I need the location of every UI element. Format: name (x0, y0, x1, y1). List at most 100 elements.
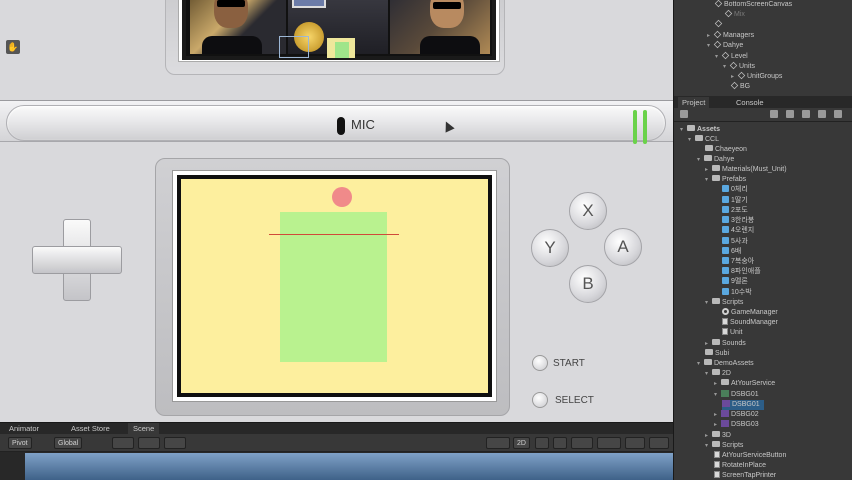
2d-toggle[interactable]: 2D (513, 437, 530, 449)
collapse-arrow-icon[interactable]: ▾ (705, 298, 712, 308)
y-button[interactable]: Y (531, 229, 569, 267)
project-row[interactable]: Chaeyeon (705, 145, 747, 155)
expand-arrow-icon[interactable]: ▸ (714, 420, 721, 430)
project-row[interactable]: ▸ Materials(Must_Unit) (705, 165, 787, 175)
fruit-ball[interactable] (332, 187, 352, 207)
collapse-arrow-icon[interactable]: ▾ (707, 41, 714, 51)
collapse-arrow-icon[interactable]: ▾ (705, 369, 712, 379)
prefab-row[interactable]: 4오렌지 (722, 226, 754, 236)
project-row[interactable]: ▸ 3D (705, 431, 731, 441)
dpad[interactable] (32, 219, 122, 301)
hierarchy-row[interactable]: ▾ Dahye (707, 40, 743, 51)
script-row[interactable]: Unit (722, 328, 742, 338)
shading-mode-button[interactable] (486, 437, 510, 449)
grid-snap-button[interactable] (112, 437, 134, 449)
tab-animator[interactable]: Animator (4, 423, 44, 434)
game-view[interactable]: MIC X Y A B START SELECT (0, 0, 673, 422)
collapse-arrow-icon[interactable]: ▾ (680, 125, 687, 135)
label-icon[interactable] (802, 110, 810, 118)
pivot-dropdown[interactable]: Pivot (8, 437, 32, 449)
prefab-row[interactable]: 1딸기 (722, 196, 748, 206)
play-area[interactable] (181, 179, 488, 393)
collapse-arrow-icon[interactable]: ▾ (697, 359, 704, 369)
hierarchy-row[interactable]: ▸ Managers (707, 30, 754, 41)
collapse-arrow-icon[interactable]: ▾ (697, 155, 704, 165)
project-row[interactable]: ▾ DemoAssets (697, 359, 754, 369)
collapse-arrow-icon[interactable]: ▾ (714, 390, 721, 400)
scene-viewport[interactable] (25, 453, 673, 480)
b-button[interactable]: B (569, 265, 607, 303)
add-icon[interactable] (680, 110, 688, 118)
x-button[interactable]: X (569, 192, 607, 230)
project-row[interactable]: ▾ Scripts (705, 441, 743, 451)
project-row[interactable]: ▸ AtYourService (714, 379, 775, 389)
camera-settings-button[interactable] (649, 437, 669, 449)
project-row-selected[interactable]: DSBG01 (722, 400, 764, 410)
project-row[interactable]: ▾ 2D (705, 369, 731, 379)
prefab-row[interactable]: 0체리 (722, 185, 748, 195)
scene-container-object[interactable] (335, 42, 349, 58)
hierarchy-row[interactable]: Mix (724, 9, 745, 20)
collapse-arrow-icon[interactable]: ▾ (705, 175, 712, 185)
hierarchy-row[interactable]: ▾ Level (715, 51, 748, 62)
hierarchy-panel[interactable]: BottomScreenCanvas Mix ▸ Managers ▾ Dahye … (673, 0, 852, 96)
effects-dropdown[interactable] (571, 437, 593, 449)
hierarchy-row[interactable]: BG (730, 81, 750, 92)
project-row[interactable]: ▸ DSBG02 (714, 410, 759, 420)
prefab-row[interactable]: 8파인애플 (722, 267, 761, 277)
project-row[interactable]: ▸ DSBG03 (714, 420, 759, 430)
visibility-icon[interactable] (834, 110, 842, 118)
project-row[interactable]: ▾ Scripts (705, 298, 743, 308)
expand-arrow-icon[interactable]: ▸ (714, 379, 721, 389)
scene-object-frame[interactable] (279, 36, 309, 58)
collapse-arrow-icon[interactable]: ▾ (688, 135, 695, 145)
collapse-arrow-icon[interactable]: ▾ (715, 52, 722, 62)
expand-arrow-icon[interactable]: ▸ (705, 339, 712, 349)
dpad-horizontal[interactable] (32, 246, 122, 274)
search-icon[interactable] (770, 110, 778, 118)
project-row[interactable]: ▾ CCL (688, 135, 719, 145)
hidden-objects-button[interactable] (597, 437, 621, 449)
script-row[interactable]: RotateInPlace (714, 461, 766, 471)
script-row[interactable]: ScreenTapPrinter (714, 471, 776, 480)
project-row[interactable]: ▾ Dahye (697, 155, 734, 165)
project-row[interactable]: ▾ Assets (680, 125, 720, 135)
hierarchy-row[interactable] (714, 19, 724, 30)
snap-settings-button[interactable] (138, 437, 160, 449)
audio-toggle[interactable] (553, 437, 567, 449)
expand-arrow-icon[interactable]: ▸ (707, 31, 714, 41)
scene-panel[interactable]: Animator Asset Store Scene Pivot Global … (0, 422, 673, 480)
script-row[interactable]: AtYourServiceButton (714, 451, 786, 461)
prefab-row[interactable]: 6배 (722, 247, 741, 257)
prefab-row[interactable]: 7복숭아 (722, 257, 754, 267)
prefab-row[interactable]: 2포도 (722, 206, 748, 216)
project-panel[interactable]: Project Console (673, 96, 852, 480)
hierarchy-row[interactable]: ▸ UnitGroups (731, 71, 782, 82)
tab-project[interactable]: Project (678, 97, 710, 108)
filter-icon[interactable] (786, 110, 794, 118)
project-row[interactable]: Subi (705, 349, 729, 359)
lighting-toggle[interactable] (535, 437, 549, 449)
script-row[interactable]: SoundManager (722, 318, 778, 328)
ds-touch-screen[interactable] (177, 175, 492, 397)
global-dropdown[interactable]: Global (54, 437, 83, 449)
expand-arrow-icon[interactable]: ▸ (714, 410, 721, 420)
increment-snap-button[interactable] (164, 437, 186, 449)
collapse-arrow-icon[interactable]: ▾ (705, 441, 712, 451)
project-row[interactable]: ▸ Sounds (705, 339, 746, 349)
hierarchy-row[interactable]: ▾ Units (723, 61, 755, 72)
star-icon[interactable] (818, 110, 826, 118)
tab-console[interactable]: Console (732, 97, 768, 108)
tab-asset-store[interactable]: Asset Store (66, 423, 115, 434)
expand-arrow-icon[interactable]: ▸ (731, 72, 738, 82)
project-row[interactable]: ▾ Prefabs (705, 175, 746, 185)
prefab-row[interactable]: 3한라봉 (722, 216, 754, 226)
collapse-arrow-icon[interactable]: ▾ (723, 62, 730, 72)
script-row[interactable]: GameManager (722, 308, 778, 318)
project-row[interactable]: ▾ DSBG01 (714, 390, 759, 400)
start-button[interactable] (532, 355, 548, 371)
expand-arrow-icon[interactable]: ▸ (705, 431, 712, 441)
tab-scene[interactable]: Scene (128, 423, 160, 434)
hierarchy-row[interactable]: BottomScreenCanvas (714, 0, 792, 10)
gizmos-dropdown[interactable] (625, 437, 645, 449)
